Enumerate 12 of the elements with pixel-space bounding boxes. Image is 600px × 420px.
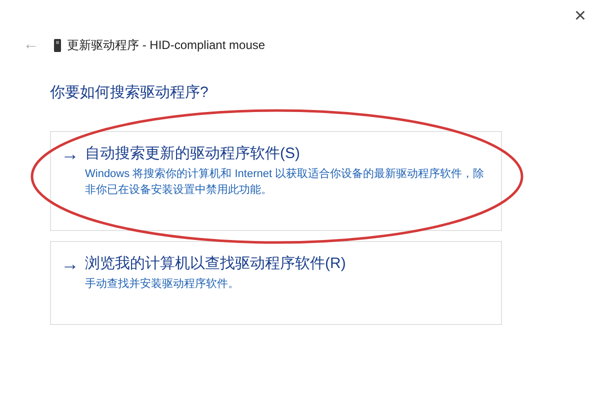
window-title: 更新驱动程序 - HID-compliant mouse [67,37,266,54]
option-description: 手动查找并安装驱动程序软件。 [85,276,240,292]
option-button[interactable]: → 浏览我的计算机以查找驱动程序软件(R) 手动查找并安装驱动程序软件。 [50,240,502,324]
option-title: 自动搜索更新的驱动程序软件(S) [85,144,301,164]
option-title: 浏览我的计算机以查找驱动程序软件(R) [85,254,347,274]
question-heading: 你要如何搜索驱动程序? [50,83,210,103]
arrow-icon: → [61,254,79,312]
option-button[interactable]: → 自动搜索更新的驱动程序软件(S) Windows 将搜索你的计算机和 Internet 以获取适合你设备的最新驱动程序软件，除非你已在设备安装设置中禁用此功能。 [50,130,502,230]
option-description: Windows 将搜索你的计算机和 Internet 以获取适合你设备的最新驱动程序软件，除非你已在设备安装设置中禁用此功能。 [85,166,485,198]
close-button[interactable]: × [568,4,592,28]
device-icon [54,38,61,52]
arrow-icon: → [61,144,79,218]
